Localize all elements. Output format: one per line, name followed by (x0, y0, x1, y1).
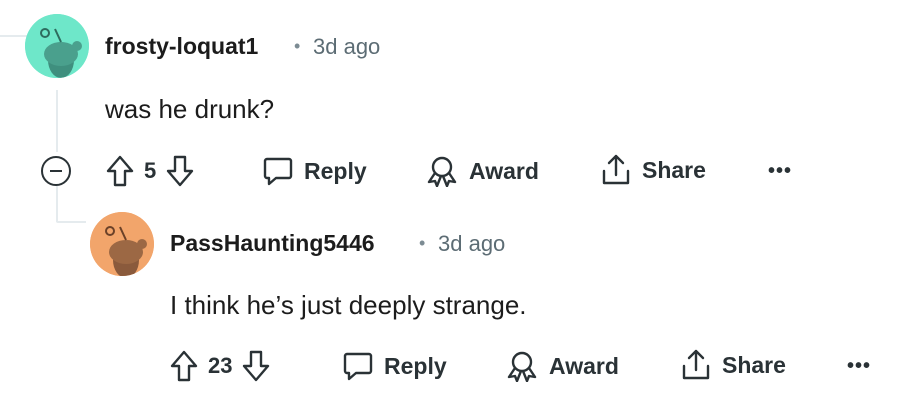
upvote-icon[interactable] (170, 350, 198, 382)
more-options-button[interactable]: ••• (847, 355, 871, 378)
award-button[interactable]: Award (425, 155, 539, 187)
downvote-icon[interactable] (242, 350, 270, 382)
username[interactable]: PassHaunting5446 (170, 230, 375, 257)
collapse-button[interactable] (41, 156, 71, 186)
vote-count: 23 (208, 353, 233, 378)
award-ribbon-icon (507, 351, 537, 382)
timestamp[interactable]: 3d ago (438, 231, 505, 257)
avatar[interactable] (25, 14, 89, 78)
more-options-button[interactable]: ••• (768, 160, 792, 183)
share-upload-icon (682, 349, 710, 380)
share-upload-icon (602, 154, 630, 185)
snoo-avatar-icon (90, 212, 154, 276)
speech-bubble-icon (263, 157, 293, 186)
reply-label: Reply (304, 157, 367, 184)
upvote-icon[interactable] (106, 155, 134, 187)
award-label: Award (549, 352, 619, 379)
snoo-avatar-icon (25, 14, 89, 78)
reply-button[interactable]: Reply (262, 155, 367, 187)
share-button[interactable]: Share (680, 348, 786, 382)
reply-button[interactable]: Reply (342, 350, 447, 382)
username[interactable]: frosty-loquat1 (105, 33, 258, 60)
share-button[interactable]: Share (600, 153, 706, 187)
thread-line-vertical-child (56, 186, 58, 222)
comment-body: I think he’s just deeply strange. (170, 290, 527, 320)
downvote-icon[interactable] (166, 155, 194, 187)
vote-count: 5 (144, 158, 157, 183)
vote-controls: 23 (170, 350, 270, 382)
comment-body: was he drunk? (105, 94, 275, 124)
speech-bubble-icon (343, 352, 373, 381)
share-label: Share (722, 351, 786, 378)
share-label: Share (642, 156, 706, 183)
avatar[interactable] (90, 212, 154, 276)
thread-line-vertical (56, 90, 58, 152)
award-ribbon-icon (427, 156, 457, 187)
reply-label: Reply (384, 352, 447, 379)
award-label: Award (469, 157, 539, 184)
separator-dot: • (294, 36, 301, 56)
timestamp[interactable]: 3d ago (313, 34, 380, 60)
vote-controls: 5 (106, 155, 194, 187)
separator-dot: • (419, 233, 426, 253)
award-button[interactable]: Award (505, 350, 619, 382)
thread-line-branch (56, 221, 86, 223)
